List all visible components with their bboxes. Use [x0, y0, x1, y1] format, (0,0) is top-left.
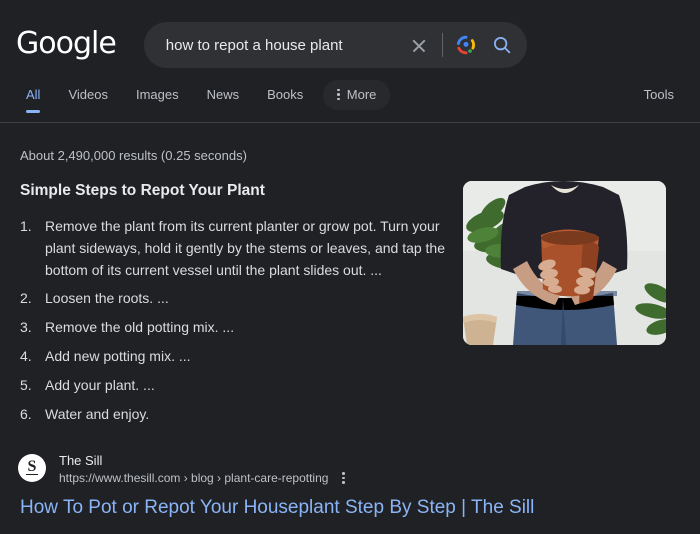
source-name: The Sill [59, 453, 103, 468]
source-url-row: https://www.thesill.com › blog › plant-c… [59, 471, 345, 485]
more-dots-icon [337, 88, 340, 101]
step-text: Loosen the roots. ... [45, 290, 169, 307]
result-source[interactable]: S The Sill https://www.thesill.com › blo… [18, 452, 345, 485]
tab-all[interactable]: All [16, 76, 54, 113]
google-lens-icon[interactable] [455, 34, 477, 56]
close-icon[interactable] [408, 34, 430, 56]
tools-button[interactable]: Tools [644, 87, 700, 102]
list-item: 1. Remove the plant from its current pla… [20, 216, 450, 281]
snippet-title: Simple Steps to Repot Your Plant [20, 182, 265, 199]
step-text: Remove the old potting mix. ... [45, 319, 235, 336]
more-options-icon[interactable] [342, 472, 345, 484]
google-search-results-page: Google All Videos Images News Books [0, 0, 700, 534]
tab-videos[interactable]: Videos [54, 76, 122, 113]
snippet-thumbnail[interactable] [463, 181, 666, 345]
step-number: 3. [20, 319, 32, 336]
list-item: 2. Loosen the roots. ... [20, 288, 450, 310]
step-number: 4. [20, 348, 32, 365]
featured-snippet: Simple Steps to Repot Your Plant 1. Remo… [20, 182, 450, 433]
list-item: 6. Water and enjoy. [20, 404, 450, 426]
list-item: 3. Remove the old potting mix. ... [20, 317, 450, 339]
more-label: More [346, 87, 377, 102]
step-text: Add your plant. ... [45, 376, 155, 393]
step-number: 1. [20, 218, 32, 234]
step-text: Water and enjoy. [45, 405, 150, 422]
list-item: 4. Add new potting mix. ... [20, 346, 450, 368]
tab-books[interactable]: Books [253, 76, 317, 113]
more-filters-button[interactable]: More [323, 79, 391, 110]
nav-divider [0, 122, 700, 123]
result-title-link[interactable]: How To Pot or Repot Your Houseplant Step… [20, 497, 534, 519]
search-bar[interactable] [143, 22, 527, 68]
favicon-letter: S [27, 458, 37, 476]
source-url: https://www.thesill.com › blog › plant-c… [59, 470, 329, 485]
list-item: 5. Add your plant. ... [20, 375, 450, 397]
search-divider [441, 33, 443, 57]
source-meta: The Sill https://www.thesill.com › blog … [59, 452, 345, 485]
search-input[interactable] [165, 36, 408, 54]
search-nav-tabs: All Videos Images News Books More Tools [0, 76, 700, 113]
tab-news[interactable]: News [193, 76, 254, 113]
favicon-the-sill: S [18, 454, 46, 483]
tab-images[interactable]: Images [122, 76, 193, 113]
search-icon[interactable] [491, 34, 513, 56]
results-count: About 2,490,000 results (0.25 seconds) [20, 148, 247, 163]
step-text: Add new potting mix. ... [45, 348, 191, 365]
google-logo[interactable]: Google [16, 26, 117, 65]
step-number: 2. [20, 290, 32, 307]
step-number: 6. [20, 405, 32, 422]
step-number: 5. [20, 376, 32, 393]
snippet-steps-list: 1. Remove the plant from its current pla… [20, 216, 450, 426]
step-text: Remove the plant from its current plante… [45, 218, 446, 278]
page-header: Google [0, 0, 700, 76]
